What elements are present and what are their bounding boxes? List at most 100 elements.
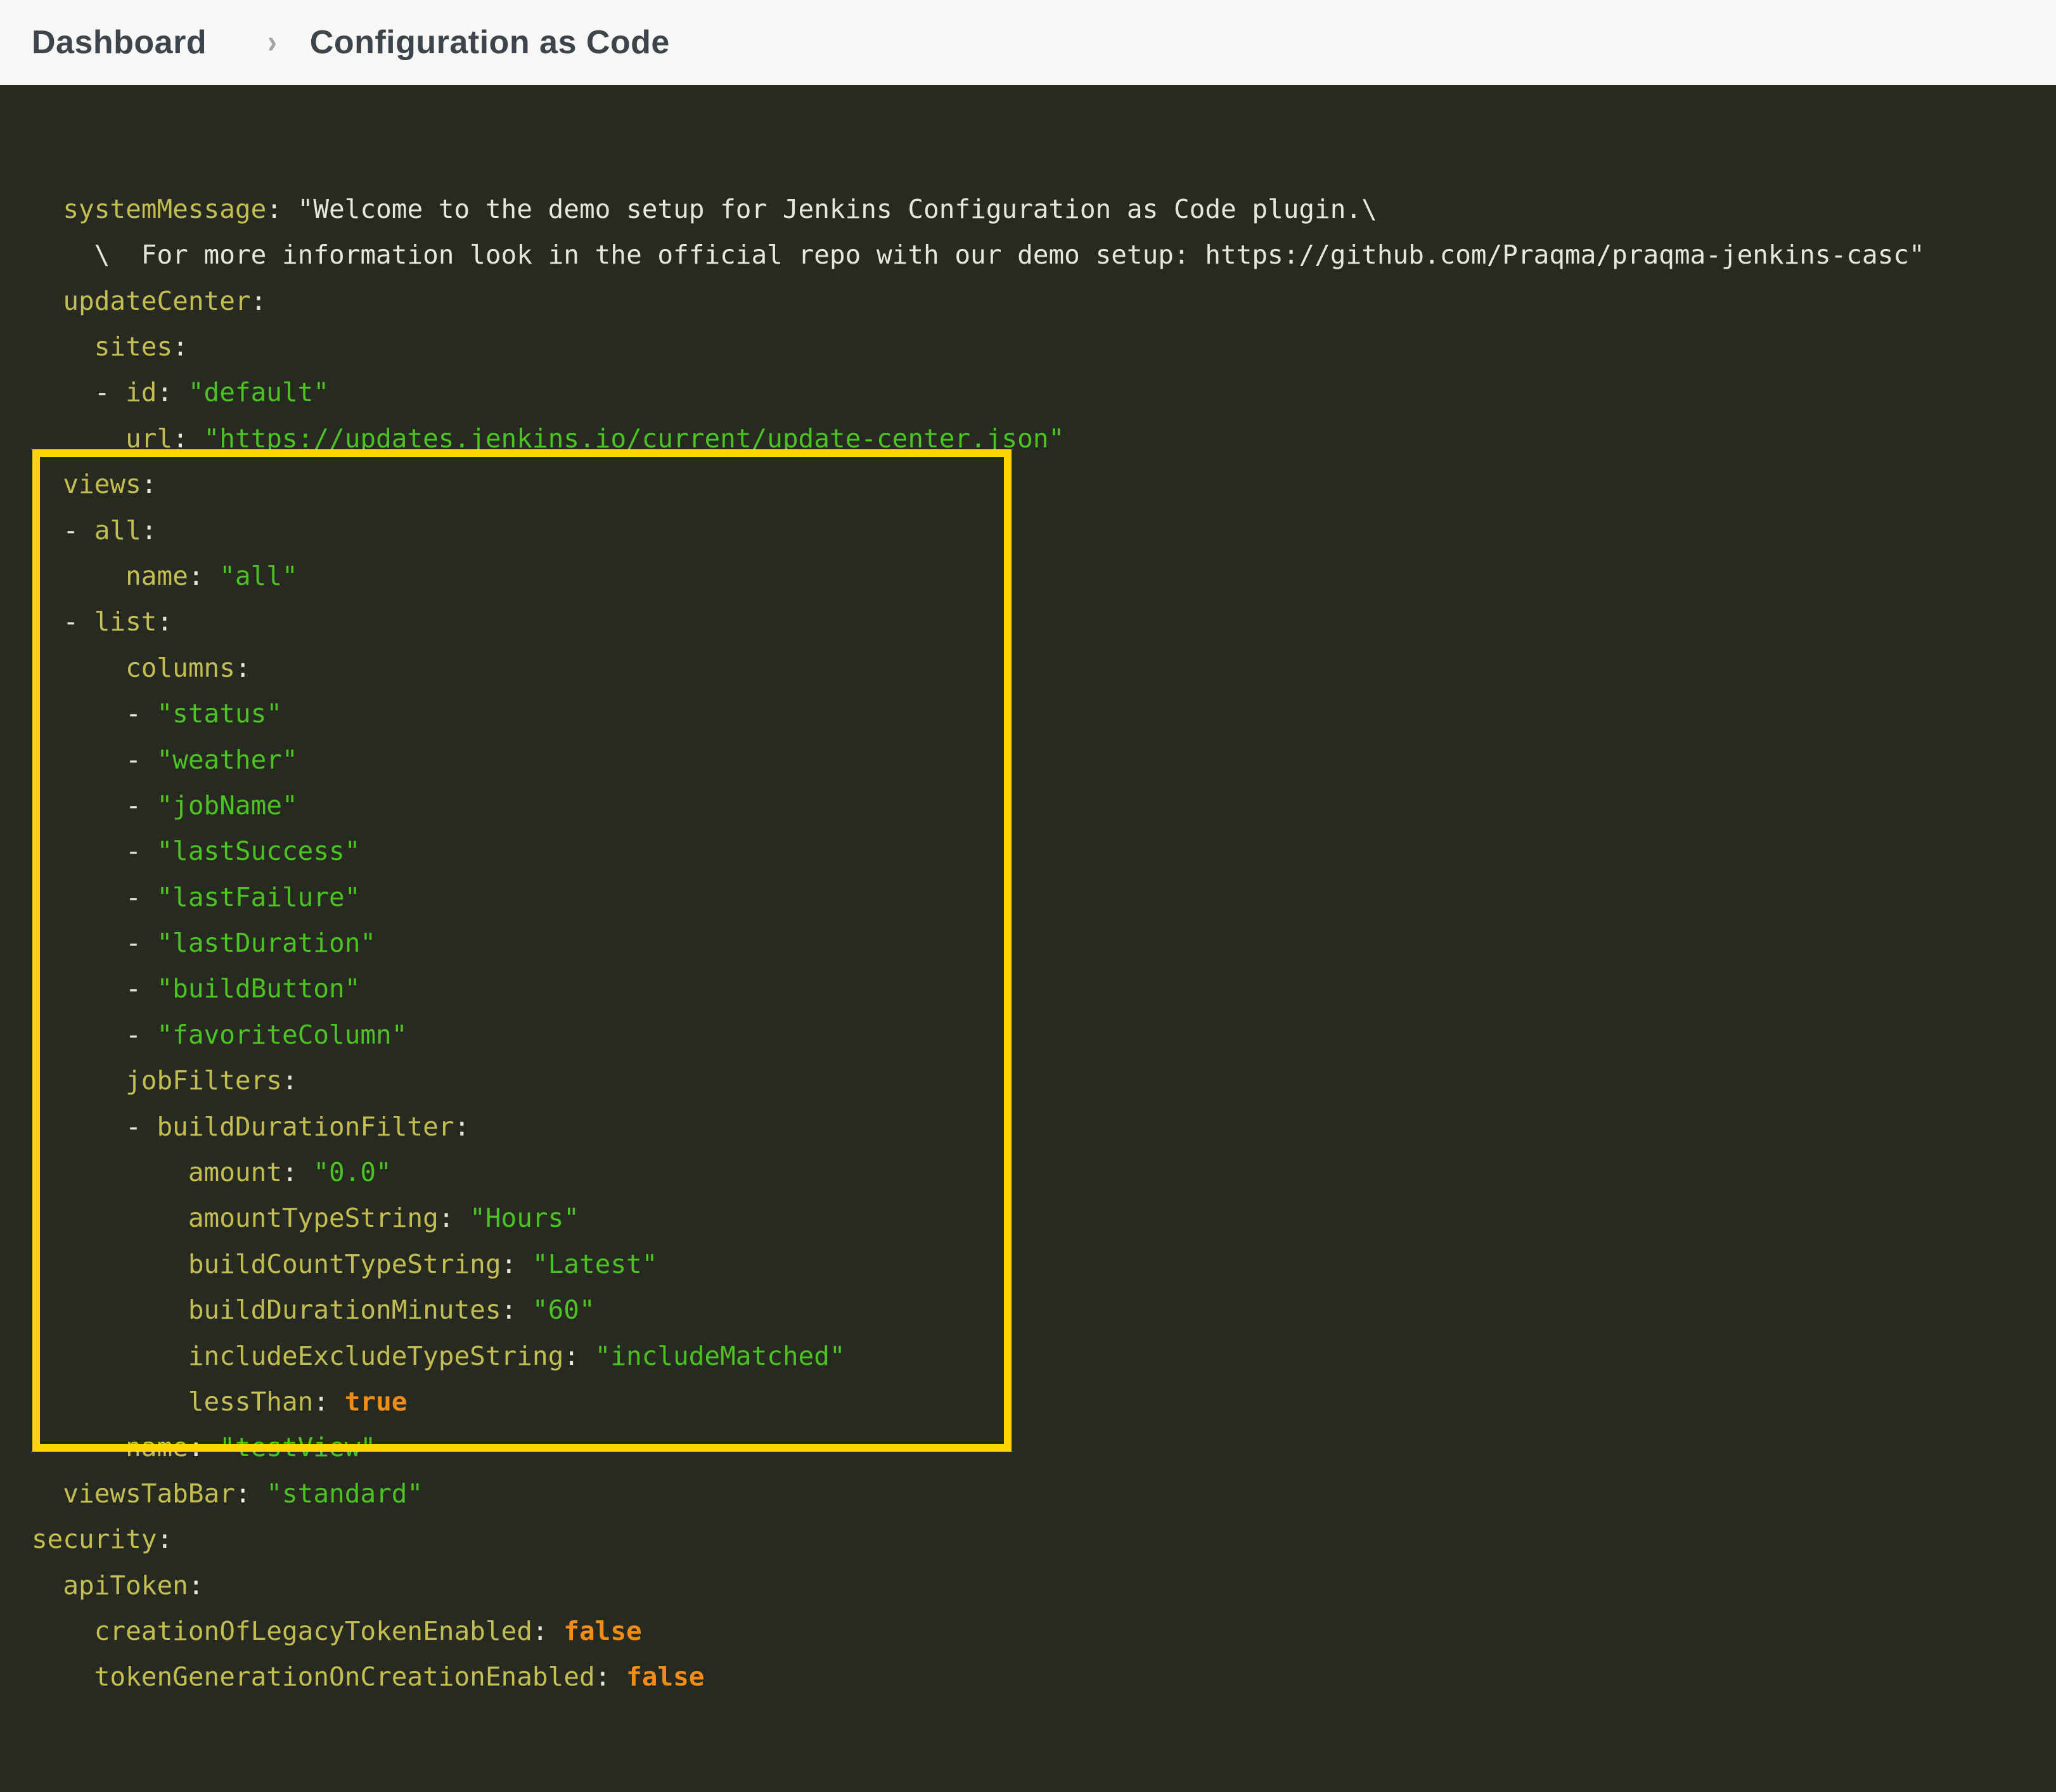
yaml-token-plain: : (454, 1111, 470, 1142)
yaml-token-plain (32, 423, 125, 454)
breadcrumb-item-dashboard[interactable]: Dashboard (32, 23, 207, 61)
breadcrumb-bar: Dashboard › Configuration as Code (0, 0, 2056, 85)
code-line: name: "testView" (32, 1424, 2056, 1470)
code-line: - buildDurationFilter: (32, 1104, 2056, 1149)
yaml-token-key: buildDurationMinutes (188, 1295, 501, 1325)
yaml-token-key: name (125, 1432, 188, 1462)
yaml-token-plain: : (172, 331, 188, 362)
yaml-token-plain (32, 1616, 94, 1646)
yaml-token-plain: : (188, 561, 219, 591)
yaml-token-plain: : (157, 377, 188, 407)
yaml-token-str: "all" (219, 561, 297, 591)
yaml-token-plain (32, 1157, 188, 1187)
code-line: - "jobName" (32, 783, 2056, 828)
code-line: buildCountTypeString: "Latest" (32, 1241, 2056, 1287)
yaml-token-plain (32, 561, 125, 591)
yaml-token-str: "jobName" (157, 790, 297, 821)
yaml-token-key: jobFilters (125, 1065, 282, 1096)
yaml-token-key: amountTypeString (188, 1203, 439, 1233)
yaml-token-str: "lastSuccess" (157, 836, 360, 866)
code-line: columns: (32, 645, 2056, 691)
yaml-token-bool: false (626, 1661, 704, 1692)
yaml-token-key: columns (125, 653, 235, 683)
yaml-token-plain (32, 331, 94, 362)
yaml-token-str: "standard" (266, 1478, 423, 1509)
yaml-token-plain: : (188, 1432, 219, 1462)
yaml-token-key: id (125, 377, 157, 407)
yaml-token-key: buildDurationFilter (157, 1111, 454, 1142)
yaml-token-plain (32, 1065, 125, 1096)
yaml-token-str: "testView" (219, 1432, 376, 1462)
code-line: - "weather" (32, 737, 2056, 783)
yaml-token-key: list (94, 606, 157, 637)
yaml-token-plain: : (282, 1065, 298, 1096)
yaml-token-plain (32, 1249, 188, 1279)
yaml-token-key: includeExcludeTypeString (188, 1341, 563, 1371)
yaml-token-plain (32, 653, 125, 683)
yaml-token-plain: : (532, 1616, 563, 1646)
yaml-token-bool: false (563, 1616, 641, 1646)
yaml-token-str: "Hours" (470, 1203, 579, 1233)
yaml-token-plain: : (439, 1203, 470, 1233)
yaml-token-plain (32, 469, 63, 499)
yaml-token-plain: - (32, 698, 157, 729)
yaml-token-plain: - (32, 928, 157, 958)
yaml-token-plain: : (172, 423, 203, 454)
yaml-token-str: "buildButton" (157, 973, 360, 1004)
code-line: viewsTabBar: "standard" (32, 1471, 2056, 1516)
code-line: url: "https://updates.jenkins.io/current… (32, 416, 2056, 461)
yaml-token-plain: - (32, 973, 157, 1004)
yaml-token-plain (32, 194, 63, 224)
code-line: amountTypeString: "Hours" (32, 1195, 2056, 1241)
code-line: buildDurationMinutes: "60" (32, 1287, 2056, 1333)
yaml-token-str: "includeMatched" (595, 1341, 845, 1371)
code-line: - id: "default" (32, 369, 2056, 415)
code-line: - "buildButton" (32, 966, 2056, 1011)
code-line: - "lastDuration" (32, 920, 2056, 966)
code-line: apiToken: (32, 1563, 2056, 1608)
yaml-token-plain: : (235, 1478, 266, 1509)
yaml-token-plain (32, 286, 63, 316)
yaml-token-plain (32, 1386, 188, 1417)
code-line: - "status" (32, 691, 2056, 736)
yaml-token-key: lessThan (188, 1386, 313, 1417)
yaml-token-plain: : (188, 1570, 204, 1601)
yaml-token-plain: - (32, 836, 157, 866)
yaml-token-plain: - (32, 790, 157, 821)
yaml-token-key: amount (188, 1157, 282, 1187)
yaml-token-str: "default" (188, 377, 329, 407)
yaml-token-str: "60" (532, 1295, 595, 1325)
yaml-token-key: tokenGenerationOnCreationEnabled (94, 1661, 595, 1692)
yaml-config-view: systemMessage: "Welcome to the demo setu… (0, 85, 2056, 1610)
yaml-lines: systemMessage: "Welcome to the demo setu… (32, 186, 2056, 1700)
yaml-token-plain (32, 1295, 188, 1325)
code-line: name: "all" (32, 553, 2056, 599)
code-line: includeExcludeTypeString: "includeMatche… (32, 1333, 2056, 1379)
yaml-token-plain: - (32, 515, 94, 546)
breadcrumb-item-configuration-as-code[interactable]: Configuration as Code (310, 23, 670, 61)
yaml-token-key: url (125, 423, 172, 454)
yaml-token-key: name (125, 561, 188, 591)
yaml-token-key: apiToken (63, 1570, 188, 1601)
yaml-token-plain: : "Welcome to the demo setup for Jenkins… (266, 194, 1377, 224)
yaml-token-str: "status" (157, 698, 281, 729)
yaml-token-bool: true (345, 1386, 408, 1417)
yaml-token-plain: : (501, 1295, 532, 1325)
yaml-token-str: "favoriteColumn" (157, 1020, 407, 1050)
yaml-token-plain: - (32, 1020, 157, 1050)
yaml-token-plain: - (32, 377, 125, 407)
yaml-token-plain: : (563, 1341, 594, 1371)
code-line: - "favoriteColumn" (32, 1012, 2056, 1058)
yaml-token-str: "0.0" (313, 1157, 391, 1187)
code-line: jobFilters: (32, 1058, 2056, 1103)
yaml-token-plain: \ For more information look in the offic… (32, 240, 1925, 270)
yaml-token-plain: : (141, 469, 157, 499)
yaml-token-key: views (63, 469, 141, 499)
code-line: security: (32, 1516, 2056, 1562)
code-line: - "lastSuccess" (32, 828, 2056, 874)
code-line: updateCenter: (32, 278, 2056, 324)
yaml-token-plain (32, 1432, 125, 1462)
chevron-right-icon: › (267, 24, 277, 61)
yaml-token-plain: : (251, 286, 267, 316)
yaml-token-plain (32, 1341, 188, 1371)
